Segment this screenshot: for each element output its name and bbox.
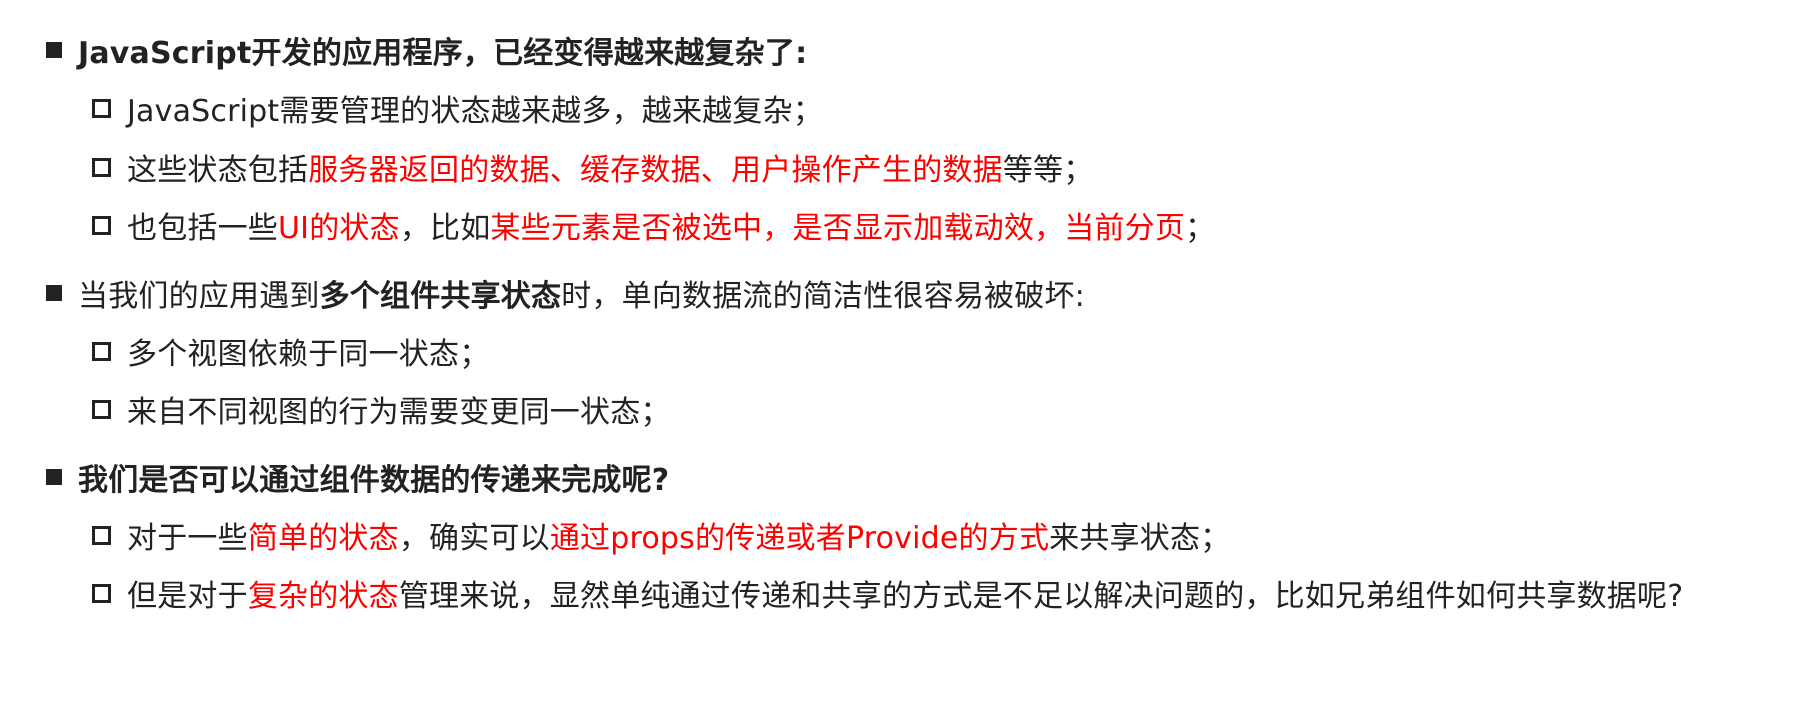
section-2-heading: 当我们的应用遇到多个组件共享状态时，单向数据流的简洁性很容易被破坏: [46, 271, 1085, 315]
text-bold: 多个组件共享状态 [319, 279, 562, 314]
text-plain: 但是对于 [127, 579, 248, 614]
section-3-title: 我们是否可以通过组件数据的传递来完成呢? [78, 463, 670, 498]
section-2-bullet-2: 来自不同视图的行为需要变更同一状态； [92, 387, 671, 431]
text-highlight: 某些元素是否被选中，是否显示加载动效，当前分页 [490, 211, 1186, 246]
section-1-heading: JavaScript开发的应用程序，已经变得越来越复杂了: [46, 28, 807, 72]
square-hollow-bullet-icon [92, 341, 111, 361]
square-hollow-bullet-icon [92, 525, 111, 545]
text-plain: 也包括一些 [127, 211, 278, 246]
bullet-text: 这些状态包括服务器返回的数据、缓存数据、用户操作产生的数据等等； [127, 145, 1093, 189]
square-hollow-bullet-icon [92, 583, 111, 603]
bullet-text: 多个视图依赖于同一状态； [127, 337, 490, 372]
text-plain: ，确实可以 [398, 521, 550, 556]
text-plain: 管理来说，显然单纯通过传递和共享的方式是不足以解决问题的，比如兄弟组件如何共享数… [398, 579, 1684, 614]
section-3-bullet-1: 对于一些简单的状态，确实可以通过props的传递或者Provide的方式来共享状… [92, 513, 1230, 557]
square-hollow-bullet-icon [92, 215, 111, 235]
bullet-text: 对于一些简单的状态，确实可以通过props的传递或者Provide的方式来共享状… [127, 513, 1230, 557]
section-1-bullet-2: 这些状态包括服务器返回的数据、缓存数据、用户操作产生的数据等等； [92, 145, 1093, 189]
text-highlight: 复杂的状态 [247, 579, 399, 614]
text-plain: ； [1185, 211, 1216, 246]
bullet-text: 来自不同视图的行为需要变更同一状态； [127, 395, 671, 430]
text-plain: 来共享状态； [1049, 521, 1231, 556]
section-1-bullet-3: 也包括一些UI的状态，比如某些元素是否被选中，是否显示加载动效，当前分页； [92, 203, 1215, 247]
bullet-text: JavaScript需要管理的状态越来越多，越来越复杂； [127, 94, 823, 129]
square-filled-bullet-icon [46, 285, 62, 301]
section-2-title: 当我们的应用遇到多个组件共享状态时，单向数据流的简洁性很容易被破坏: [78, 271, 1085, 315]
square-hollow-bullet-icon [92, 98, 111, 118]
section-2-bullet-1: 多个视图依赖于同一状态； [92, 329, 489, 373]
section-3-bullet-2: 但是对于复杂的状态管理来说，显然单纯通过传递和共享的方式是不足以解决问题的，比如… [92, 571, 1683, 615]
text-plain: 对于一些 [127, 521, 248, 556]
section-1-title: JavaScript开发的应用程序，已经变得越来越复杂了: [78, 36, 808, 71]
text-highlight: 简单的状态 [247, 521, 399, 556]
text-plain: ，比如 [399, 211, 491, 246]
bullet-text: 也包括一些UI的状态，比如某些元素是否被选中，是否显示加载动效，当前分页； [127, 203, 1215, 247]
square-hollow-bullet-icon [92, 157, 111, 177]
text-plain: 当我们的应用遇到 [78, 279, 320, 314]
text-highlight: UI的状态 [278, 211, 400, 246]
section-3-heading: 我们是否可以通过组件数据的传递来完成呢? [46, 455, 669, 499]
text-plain: 时，单向数据流的简洁性很容易被破坏: [561, 279, 1085, 314]
bullet-text: 但是对于复杂的状态管理来说，显然单纯通过传递和共享的方式是不足以解决问题的，比如… [127, 571, 1683, 615]
text-plain: 这些状态包括 [127, 153, 309, 188]
text-plain: 等等； [1002, 153, 1094, 188]
section-1-bullet-1: JavaScript需要管理的状态越来越多，越来越复杂； [92, 86, 823, 130]
slide: JavaScript开发的应用程序，已经变得越来越复杂了: JavaScript… [0, 0, 1810, 724]
square-hollow-bullet-icon [92, 399, 111, 419]
text-highlight: 通过props的传递或者Provide的方式 [549, 521, 1050, 556]
square-filled-bullet-icon [46, 42, 62, 58]
square-filled-bullet-icon [46, 469, 62, 485]
text-highlight: 服务器返回的数据、缓存数据、用户操作产生的数据 [308, 153, 1003, 188]
